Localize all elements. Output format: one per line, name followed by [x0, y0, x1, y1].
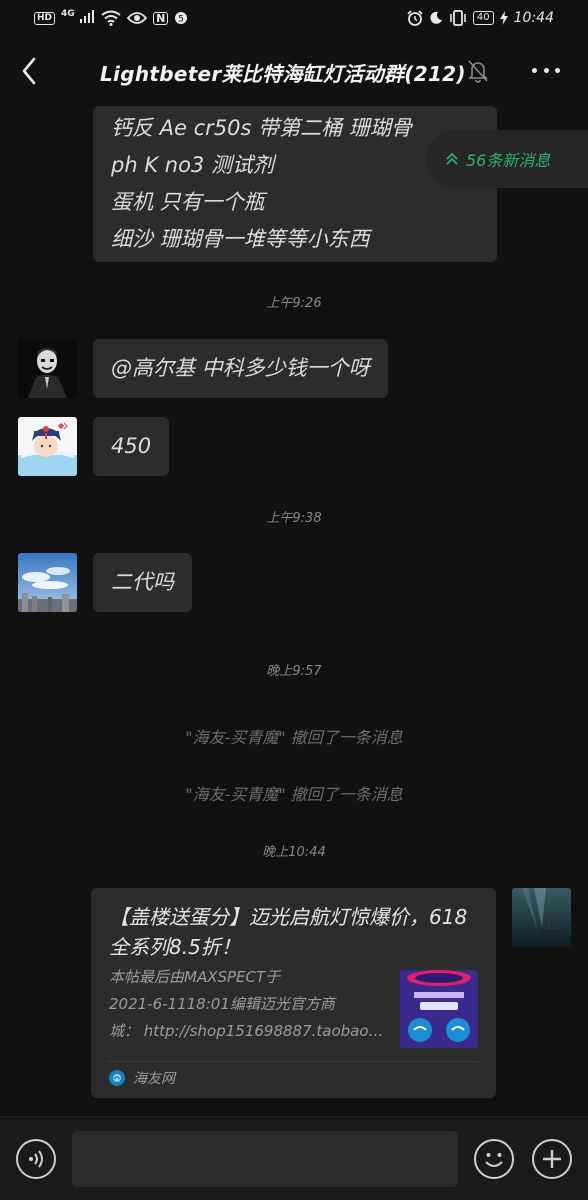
avatar[interactable]: [18, 339, 77, 398]
signal-indicator: 4G: [61, 9, 95, 27]
mute-bell-icon: [466, 58, 490, 84]
chat-area[interactable]: 钙反 Ae cr50s 带第二桶 珊瑚骨 ph K no3 测试剂 蛋机 只有一…: [0, 106, 588, 1116]
message-bubble[interactable]: @高尔基 中科多少钱一个呀: [93, 339, 388, 398]
voice-button[interactable]: [16, 1139, 56, 1179]
link-card-desc-line: 本帖最后由MAXSPECT于: [109, 968, 281, 986]
network-type: 4G: [61, 9, 75, 19]
avatar[interactable]: [18, 417, 77, 476]
message-text: 450: [111, 434, 152, 458]
back-button[interactable]: [14, 56, 44, 86]
message-line: 蛋机 只有一个瓶: [111, 190, 265, 214]
link-card-title: 【盖楼送蛋分】迈光启航灯惊爆价，618全系列8.5折！: [109, 905, 468, 959]
wifi-icon: [101, 10, 121, 26]
avatar[interactable]: [18, 553, 77, 612]
link-card-source-name: 海友网: [133, 1071, 175, 1087]
signal-icon: [80, 10, 95, 23]
message-bubble[interactable]: 二代吗: [93, 553, 192, 612]
timestamp: 上午9:38: [266, 511, 322, 526]
status-right: 40 10:44: [407, 10, 554, 26]
input-bar: [0, 1116, 588, 1200]
svg-text:5: 5: [178, 15, 184, 25]
link-card-description: 本帖最后由MAXSPECT于 2021-6-1118:01编辑迈光官方商 城： …: [109, 964, 385, 1045]
chat-title: Lightbeter莱比特海缸灯活动群(212): [100, 62, 466, 86]
voice-icon: [29, 1150, 43, 1168]
link-card[interactable]: 【盖楼送蛋分】迈光启航灯惊爆价，618全系列8.5折！ 本帖最后由MAXSPEC…: [91, 888, 496, 1098]
avatar[interactable]: [512, 888, 571, 947]
recall-notice: "海友-买青魔" 撤回了一条消息: [185, 728, 403, 747]
more-dot-icon: [543, 67, 549, 73]
more-dot-icon: [532, 67, 537, 73]
status-left: HD 4G N 5: [34, 9, 188, 27]
sync-icon: 5: [175, 12, 188, 25]
new-messages-label: 56条新消息: [466, 151, 551, 170]
battery-indicator: 40: [472, 11, 494, 25]
moon-icon: [430, 11, 442, 24]
message-text: 二代吗: [111, 570, 174, 594]
message-line: 细沙 珊瑚骨一堆等等小东西: [111, 227, 370, 251]
recall-notice: "海友-买青魔" 撤回了一条消息: [185, 785, 403, 804]
double-chevron-up-icon: [446, 152, 458, 165]
plus-icon: [543, 1150, 561, 1168]
alarm-icon: [407, 10, 423, 26]
more-dot-icon: [555, 67, 560, 73]
clock: 10:44: [513, 10, 554, 26]
source-logo-icon: [109, 1070, 125, 1086]
more-options-button[interactable]: [526, 60, 566, 80]
status-bar: HD 4G N 5 40 10:44: [0, 0, 588, 36]
chevron-left-icon: [22, 57, 36, 85]
emoji-button[interactable]: [474, 1139, 514, 1179]
link-card-desc-line: 城： http://shop151698887.taobao…: [109, 1022, 384, 1040]
emoji-icon: [485, 1153, 503, 1167]
message-bubble[interactable]: 钙反 Ae cr50s 带第二桶 珊瑚骨 ph K no3 测试剂 蛋机 只有一…: [93, 106, 497, 262]
message-text: @高尔基 中科多少钱一个呀: [111, 356, 370, 380]
timestamp: 上午9:26: [266, 296, 322, 311]
new-messages-button[interactable]: 56条新消息: [426, 130, 588, 188]
timestamp: 晚上9:57: [266, 664, 322, 679]
message-line: 钙反 Ae cr50s 带第二桶 珊瑚骨: [111, 116, 412, 140]
link-card-source: 海友网: [109, 1068, 175, 1088]
eye-icon: [127, 12, 148, 24]
timestamp: 晚上10:44: [262, 845, 326, 860]
chat-header: Lightbeter莱比特海缸灯活动群(212): [0, 36, 588, 106]
message-input[interactable]: [72, 1131, 458, 1187]
hd-badge: HD: [34, 11, 56, 25]
divider: [109, 1061, 479, 1062]
vibrate-icon: [450, 10, 466, 26]
more-functions-button[interactable]: [532, 1139, 572, 1179]
link-card-thumbnail: [400, 970, 478, 1048]
charging-icon: [499, 11, 508, 25]
link-card-desc-line: 2021-6-1118:01编辑迈光官方商: [109, 995, 335, 1013]
message-line: ph K no3 测试剂: [111, 153, 274, 177]
nfc-icon: N: [153, 11, 169, 25]
message-bubble[interactable]: 450: [93, 417, 170, 476]
